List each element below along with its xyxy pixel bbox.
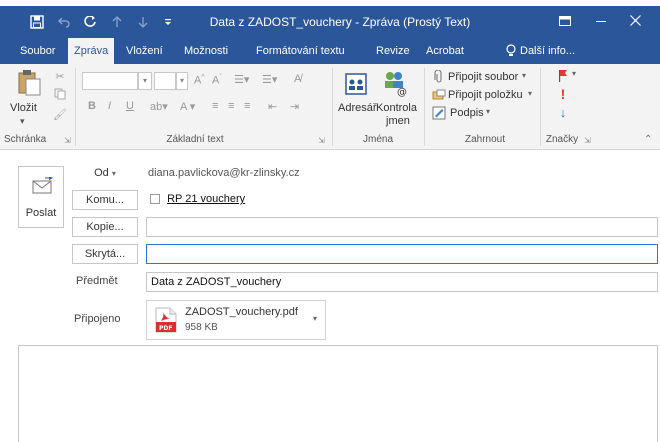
attachment-item[interactable]: PDF ZADOST_vouchery.pdf 958 KB ▾ bbox=[146, 300, 326, 340]
recipient-checkbox-icon bbox=[150, 194, 160, 205]
bullets-icon[interactable]: ☰▾ bbox=[234, 73, 249, 86]
cc-field[interactable] bbox=[146, 217, 658, 237]
flag-dropdown-icon[interactable]: ▾ bbox=[572, 69, 576, 78]
font-size-dropdown-icon[interactable]: ▾ bbox=[176, 72, 188, 90]
to-button[interactable]: Komu... bbox=[72, 190, 138, 210]
tab-dalsi-info[interactable]: Další info... bbox=[514, 38, 581, 64]
from-label: Od bbox=[94, 167, 109, 179]
tags-group-label: Značky bbox=[545, 134, 579, 145]
font-name-box[interactable] bbox=[82, 72, 138, 90]
clipboard-group-label: Schránka bbox=[4, 134, 47, 145]
svg-text:PDF: PDF bbox=[159, 325, 172, 332]
font-name-dropdown-icon[interactable]: ▾ bbox=[138, 72, 152, 90]
group-separator bbox=[332, 68, 333, 146]
basic-text-group-label: Základní text bbox=[166, 134, 224, 145]
numbering-icon[interactable]: ☰▾ bbox=[262, 73, 277, 86]
cc-button[interactable]: Kopie... bbox=[72, 217, 138, 237]
basic-text-launcher-icon[interactable]: ⇲ bbox=[318, 136, 325, 145]
italic-icon[interactable]: I bbox=[108, 100, 111, 112]
font-color-icon[interactable]: A ▾ bbox=[180, 100, 195, 113]
send-icon bbox=[31, 176, 54, 198]
shrink-font-icon[interactable]: Aˇ bbox=[212, 74, 222, 87]
attach-file-dropdown-icon[interactable]: ▾ bbox=[522, 71, 526, 80]
follow-up-flag-icon[interactable] bbox=[556, 68, 570, 84]
group-separator bbox=[75, 68, 76, 146]
paperclip-icon bbox=[432, 70, 446, 84]
check-names-icon[interactable]: @ bbox=[380, 68, 410, 98]
align-right-icon[interactable]: ≡ bbox=[244, 100, 250, 112]
bcc-field[interactable] bbox=[146, 244, 658, 264]
bcc-button[interactable]: Skrytá... bbox=[72, 244, 138, 264]
tab-soubor[interactable]: Soubor bbox=[14, 38, 61, 64]
message-body[interactable] bbox=[18, 345, 658, 442]
clear-formatting-icon[interactable]: A̸ bbox=[294, 73, 301, 85]
tab-acrobat[interactable]: Acrobat bbox=[420, 38, 470, 64]
cut-icon[interactable]: ✂ bbox=[52, 68, 68, 84]
paste-button[interactable]: Vložit bbox=[10, 102, 37, 114]
from-value: diana.pavlickova@kr-zlinsky.cz bbox=[148, 167, 300, 179]
attachment-dropdown-icon[interactable]: ▾ bbox=[313, 314, 317, 323]
signature-dropdown-icon[interactable]: ▾ bbox=[486, 107, 490, 116]
collapse-ribbon-icon[interactable]: ⌃ bbox=[644, 134, 652, 145]
signature-icon bbox=[432, 106, 446, 120]
tab-zprava[interactable]: Zpráva bbox=[68, 38, 115, 64]
to-recipient[interactable]: RP 21 vouchery bbox=[167, 193, 245, 205]
attached-label: Připojeno bbox=[74, 313, 121, 325]
highlight-icon[interactable]: ab▾ bbox=[150, 100, 168, 113]
attach-item-button[interactable]: Připojit položku bbox=[448, 89, 523, 101]
ribbon-tabs: Soubor Zpráva Vložení Možnosti Formátová… bbox=[0, 38, 660, 64]
bold-icon[interactable]: B bbox=[88, 100, 96, 112]
address-book-button[interactable]: Adresář bbox=[338, 102, 377, 114]
to-field[interactable]: RP 21 vouchery bbox=[146, 190, 658, 210]
attach-item-dropdown-icon[interactable]: ▾ bbox=[528, 89, 532, 98]
format-painter-icon[interactable]: 🖌 bbox=[52, 106, 68, 122]
copy-icon[interactable] bbox=[52, 86, 68, 102]
align-left-icon[interactable]: ≡ bbox=[212, 100, 218, 112]
low-importance-icon[interactable]: ↓ bbox=[556, 104, 570, 120]
tab-formatovani[interactable]: Formátování textu bbox=[250, 38, 351, 64]
from-dropdown-icon: ▾ bbox=[111, 169, 116, 178]
paste-dropdown-icon[interactable]: ▾ bbox=[20, 116, 25, 127]
group-separator bbox=[424, 68, 425, 146]
ribbon: Vložit ▾ ✂ 🖌 Schránka ⇲ ▾ ▾ A^ Aˇ ☰▾ ☰▾ … bbox=[0, 64, 660, 150]
attachment-name: ZADOST_vouchery.pdf bbox=[185, 306, 298, 318]
high-importance-icon[interactable]: ! bbox=[556, 86, 570, 102]
check-names-line1[interactable]: Kontrola bbox=[376, 102, 417, 114]
group-separator bbox=[540, 68, 541, 146]
include-group-label: Zahrnout bbox=[464, 134, 506, 145]
send-button[interactable]: Poslat bbox=[18, 166, 64, 228]
paste-icon[interactable] bbox=[14, 68, 44, 98]
increase-indent-icon[interactable]: ⇥ bbox=[290, 100, 299, 113]
check-names-line2[interactable]: jmen bbox=[386, 115, 410, 127]
attach-item-icon bbox=[432, 88, 446, 102]
font-size-box[interactable] bbox=[154, 72, 176, 90]
decrease-indent-icon[interactable]: ⇤ bbox=[268, 100, 277, 113]
tab-moznosti[interactable]: Možnosti bbox=[178, 38, 234, 64]
grow-font-icon[interactable]: A^ bbox=[194, 74, 205, 87]
clipboard-launcher-icon[interactable]: ⇲ bbox=[64, 136, 71, 145]
from-button[interactable]: Od ▾ bbox=[72, 164, 138, 184]
signature-button[interactable]: Podpis bbox=[450, 107, 484, 119]
tab-revize[interactable]: Revize bbox=[370, 38, 416, 64]
subject-field[interactable]: Data z ZADOST_vouchery bbox=[146, 272, 658, 292]
attach-file-button[interactable]: Připojit soubor bbox=[448, 71, 518, 83]
address-book-icon[interactable] bbox=[342, 70, 370, 98]
subject-label: Předmět bbox=[76, 275, 118, 287]
tags-launcher-icon[interactable]: ⇲ bbox=[584, 136, 591, 145]
send-label: Poslat bbox=[25, 207, 57, 219]
names-group-label: Jména bbox=[362, 134, 393, 145]
align-center-icon[interactable]: ≡ bbox=[228, 100, 234, 112]
close-icon[interactable] bbox=[612, 6, 658, 38]
underline-icon[interactable]: U bbox=[126, 100, 134, 112]
pdf-icon: PDF bbox=[155, 307, 177, 336]
tab-vlozeni[interactable]: Vložení bbox=[120, 38, 169, 64]
title-bar: Data z ZADOST_vouchery - Zpráva (Prostý … bbox=[0, 6, 660, 38]
svg-text:@: @ bbox=[397, 87, 407, 97]
attachment-size: 958 KB bbox=[185, 322, 218, 333]
subject-value: Data z ZADOST_vouchery bbox=[151, 276, 282, 288]
